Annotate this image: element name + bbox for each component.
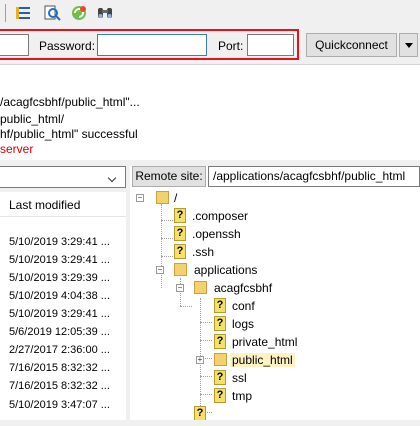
quickconnect-dropdown-button[interactable]: [399, 33, 418, 57]
list-item[interactable]: 5/10/2019 4:04:38 ...: [9, 290, 110, 302]
local-path-dropdown[interactable]: [0, 166, 126, 188]
unknown-folder-icon: ?: [214, 334, 226, 349]
username-field[interactable]: [0, 34, 29, 56]
local-pane: Last modified 5/10/2019 3:29:41 ... 5/10…: [0, 166, 126, 426]
quickconnect-button[interactable]: Quickconnect: [306, 33, 397, 57]
collapse-toggle[interactable]: −: [176, 284, 184, 292]
unknown-folder-icon: ?: [174, 208, 186, 223]
search-files-icon[interactable]: [43, 4, 61, 22]
list-item[interactable]: 5/10/2019 3:47:07 ...: [9, 399, 110, 411]
unknown-folder-icon: ?: [174, 226, 186, 241]
process-queue-icon[interactable]: [14, 4, 32, 22]
log-line: /acagfcsbhf/public_html"...: [0, 95, 140, 109]
folder-icon: [194, 281, 207, 294]
horizontal-scrollbar[interactable]: [0, 420, 126, 426]
unknown-folder-icon: ?: [214, 316, 226, 331]
list-item[interactable]: 7/16/2015 8:32:32 ...: [9, 380, 110, 392]
list-item[interactable]: 5/10/2019 3:29:41 ...: [9, 254, 110, 266]
port-label: Port:: [218, 39, 244, 53]
remote-site-label: Remote site:: [132, 166, 206, 187]
log-line: hf/public_html" successful: [0, 127, 138, 141]
port-field[interactable]: [247, 34, 294, 56]
list-item[interactable]: 5/10/2019 3:29:41 ...: [9, 236, 110, 248]
remote-directory-tree: − / ? .composer ? .openssh ? .ssh − appl…: [136, 191, 298, 421]
expand-toggle[interactable]: +: [196, 356, 204, 364]
remote-path-field[interactable]: /applications/acagfcsbhf/public_html: [208, 166, 420, 187]
refresh-icon[interactable]: [70, 4, 88, 22]
folder-icon: [174, 263, 187, 276]
collapse-toggle[interactable]: −: [156, 266, 164, 274]
message-log: /acagfcsbhf/public_html"... public_html/…: [0, 64, 420, 161]
unknown-folder-icon: ?: [214, 370, 226, 385]
log-line-error: server: [0, 142, 34, 156]
unknown-folder-icon: ?: [214, 388, 226, 403]
toolbar-separator: [5, 4, 6, 22]
folder-icon: [214, 353, 227, 366]
list-item[interactable]: 5/10/2019 3:29:41 ...: [9, 308, 110, 320]
password-label: Password:: [39, 39, 96, 53]
list-item[interactable]: 5/6/2019 12:05:39 ...: [9, 326, 110, 338]
remote-pane: Remote site: /applications/acagfcsbhf/pu…: [130, 166, 420, 426]
unknown-folder-icon: ?: [214, 298, 226, 313]
quickconnect-bar: Password: Port: Quickconnect: [0, 26, 420, 64]
unknown-folder-icon: ?: [194, 406, 206, 421]
collapse-toggle[interactable]: −: [136, 194, 144, 202]
toolbar: [0, 0, 420, 26]
log-line: public_html/: [0, 112, 65, 126]
local-file-header: Last modified: [0, 192, 126, 217]
binoculars-icon[interactable]: [96, 4, 114, 22]
unknown-folder-icon: ?: [174, 244, 186, 259]
remote-pane-bottom-bar: [130, 420, 420, 426]
list-item[interactable]: 2/27/2017 2:36:00 ...: [9, 344, 110, 356]
folder-icon: [156, 191, 169, 204]
column-header-last-modified[interactable]: Last modified: [9, 198, 80, 212]
list-item[interactable]: 5/10/2019 3:29:39 ...: [9, 272, 110, 284]
password-field[interactable]: [97, 34, 207, 56]
list-item[interactable]: 7/16/2015 8:32:32 ...: [9, 362, 110, 374]
